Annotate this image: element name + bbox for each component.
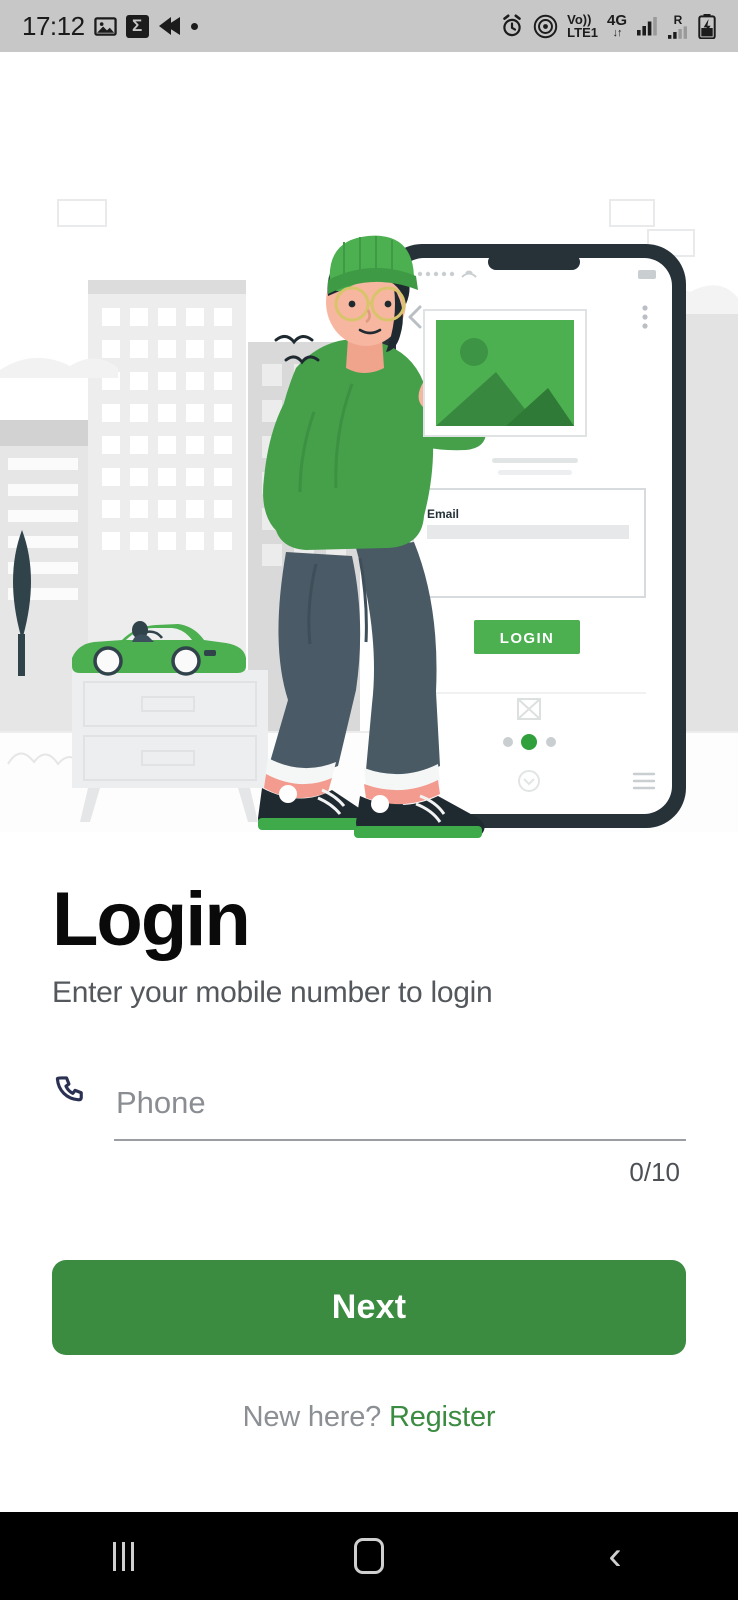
illustration-graphic: Email LOGIN [0, 52, 738, 882]
login-screen: 17:12 Σ Vo)) LTE1 4G ↓↑ R Email LOGIN Lo… [0, 0, 738, 1600]
register-prompt: New here? Register [52, 1401, 686, 1434]
network-4g-icon: 4G ↓↑ [607, 13, 627, 39]
image-icon [93, 15, 117, 38]
back-icon: ‹ [608, 1534, 622, 1578]
phone-field-underline [114, 1138, 686, 1141]
phone-email-label: Email [427, 507, 459, 521]
recents-button[interactable] [63, 1541, 183, 1571]
phone-field-wrap [114, 1084, 686, 1141]
phone-input[interactable] [114, 1084, 686, 1139]
status-bar-left: 17:12 Σ [22, 11, 198, 42]
android-navigation-bar: ‹ [0, 1512, 738, 1600]
phone-char-counter: 0/10 [629, 1156, 680, 1187]
photo-card [423, 309, 587, 437]
login-illustration: Email LOGIN [0, 52, 738, 882]
status-bar-clock: 17:12 [22, 10, 85, 41]
page-title: Login [52, 877, 251, 962]
data-arrows-text: ↓↑ [612, 27, 622, 39]
phone-icon [52, 1074, 114, 1141]
rewind-icon [158, 16, 182, 36]
next-button[interactable]: Next [52, 1259, 686, 1355]
sigma-icon: Σ [125, 14, 149, 38]
phone-field-row [52, 1074, 686, 1141]
login-form: Login Enter your mobile number to login … [0, 880, 738, 1434]
status-bar: 17:12 Σ Vo)) LTE1 4G ↓↑ R [0, 0, 738, 52]
recents-icon [112, 1541, 134, 1571]
dot-icon [190, 22, 198, 30]
home-icon [354, 1538, 384, 1574]
page-subtitle: Enter your mobile number to login [52, 975, 493, 1009]
alarm-icon [500, 14, 524, 38]
volte-icon: Vo)) LTE1 [567, 13, 598, 39]
signal-icon [636, 16, 658, 36]
volte-bottom-text: LTE1 [567, 25, 598, 40]
roaming-signal-icon: R [667, 14, 689, 39]
back-button[interactable]: ‹ [555, 1536, 675, 1576]
network-type-text: 4G [606, 12, 627, 29]
register-link[interactable]: Register [389, 1401, 496, 1433]
battery-charging-icon [698, 13, 716, 39]
hotspot-icon [533, 14, 558, 39]
phone-login-button-label: LOGIN [500, 630, 555, 647]
status-bar-right: Vo)) LTE1 4G ↓↑ R [500, 13, 716, 39]
register-prompt-text: New here? [242, 1400, 389, 1433]
home-button[interactable] [309, 1538, 429, 1574]
roaming-text: R [673, 12, 683, 27]
